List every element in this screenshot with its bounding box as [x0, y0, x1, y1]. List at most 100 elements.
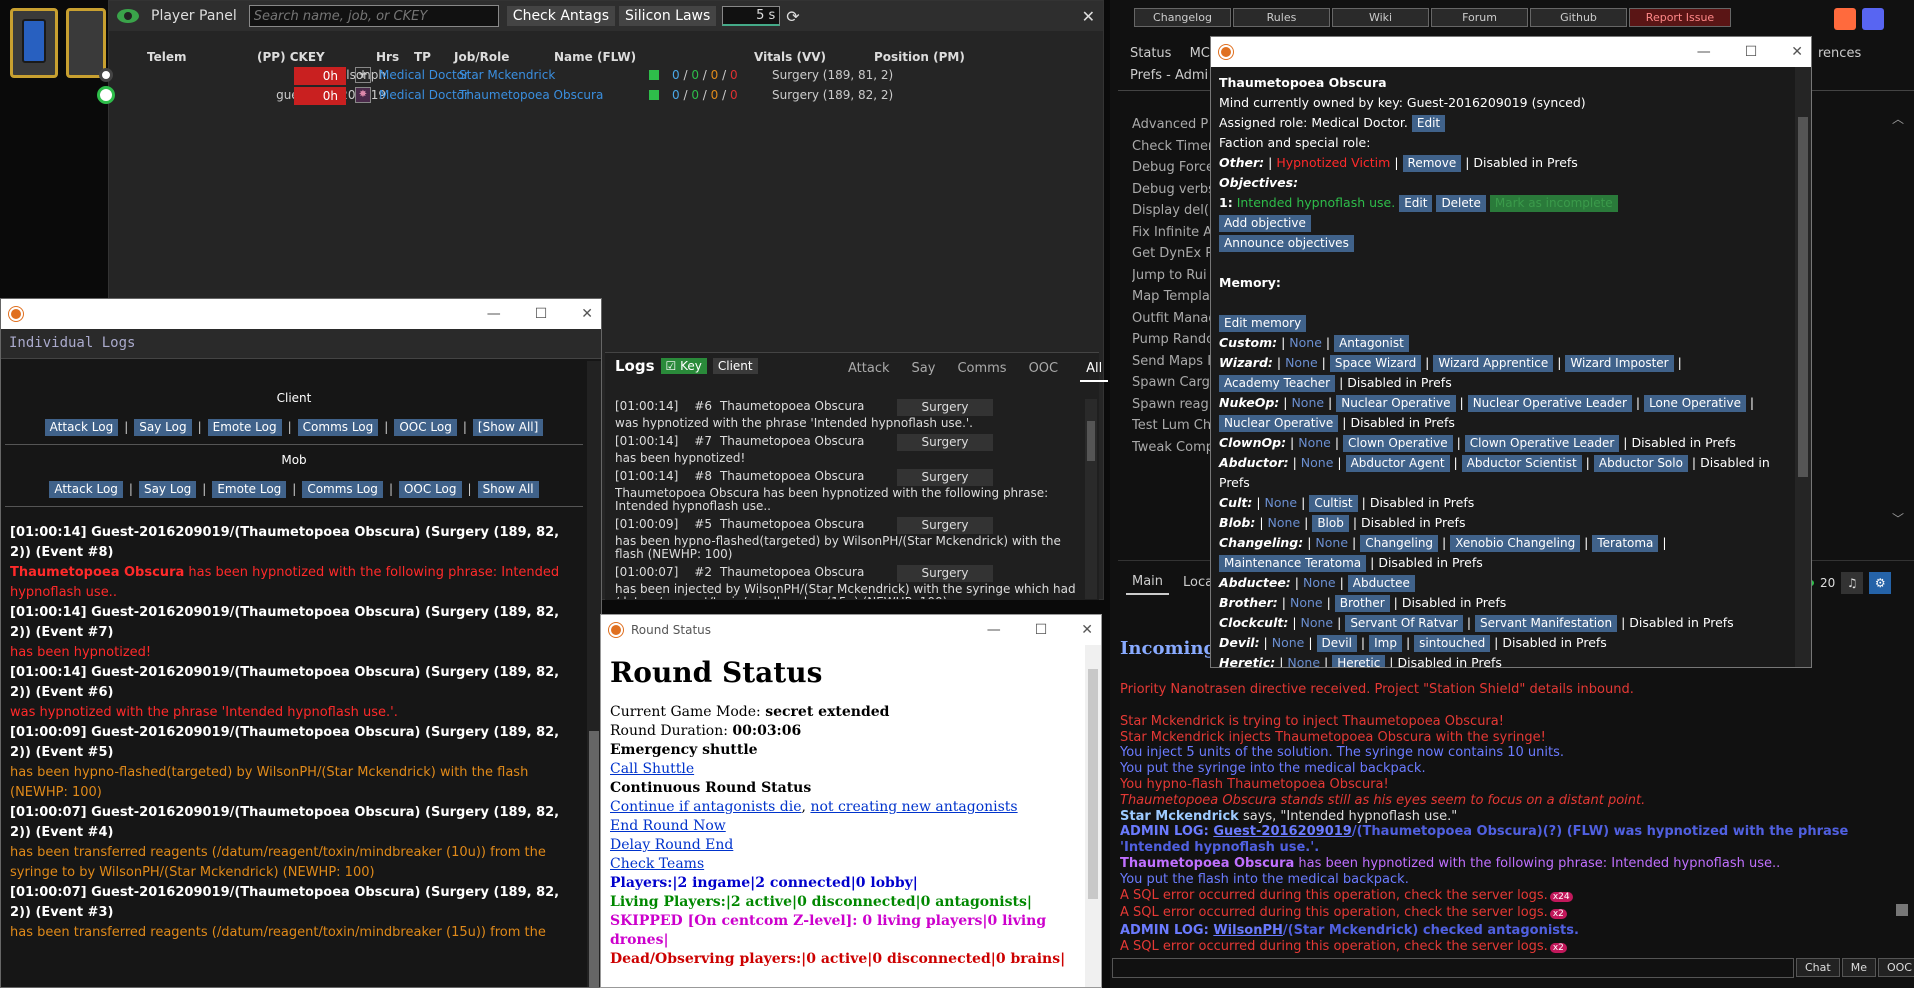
role-none[interactable]: None: [1298, 435, 1331, 450]
log-location-button[interactable]: Surgery: [897, 434, 993, 451]
log-location-button[interactable]: Surgery: [897, 399, 993, 416]
tab-comms[interactable]: Comms: [957, 361, 1006, 382]
mob-show-all-button[interactable]: Show All: [477, 481, 539, 498]
inventory-slot[interactable]: [66, 8, 106, 78]
mob-emote-log-button[interactable]: Emote Log: [212, 481, 287, 498]
music-icon[interactable]: ♫: [1841, 572, 1864, 594]
admin-verb[interactable]: Pump Rando: [1132, 329, 1212, 351]
player-vitals[interactable]: 0 / 0 / 0 / 0: [672, 88, 738, 102]
key-toggle[interactable]: ☑ Key: [660, 358, 707, 374]
announce-objectives-button[interactable]: Announce objectives: [1219, 235, 1354, 252]
mob-ooc-log-button[interactable]: OOC Log: [398, 481, 462, 498]
role-button[interactable]: Abductee: [1347, 575, 1415, 592]
player-search-input[interactable]: [248, 5, 499, 27]
role-button[interactable]: Xenobio Changeling: [1450, 535, 1581, 552]
me-mode-button[interactable]: Me: [1841, 958, 1876, 977]
top-link-wiki[interactable]: Wiki: [1332, 8, 1429, 27]
role-button[interactable]: Antagonist: [1334, 335, 1409, 352]
minimize-icon[interactable]: —: [987, 622, 1001, 638]
close-icon[interactable]: ✕: [581, 306, 593, 322]
maximize-icon[interactable]: ☐: [535, 306, 548, 322]
role-button[interactable]: Teratoma: [1592, 535, 1659, 552]
ooc-mode-button[interactable]: OOC: [1877, 958, 1914, 977]
close-icon[interactable]: ✕: [1081, 622, 1093, 638]
role-button[interactable]: Space Wizard: [1329, 355, 1422, 372]
client-toggle[interactable]: Client: [712, 358, 758, 374]
log-location-button[interactable]: Surgery: [897, 565, 993, 582]
maximize-icon[interactable]: ☐: [1035, 622, 1048, 638]
discord-icon[interactable]: [1862, 8, 1884, 30]
admin-verb[interactable]: Map Templat: [1132, 286, 1212, 308]
telem-radio-1[interactable]: [99, 68, 113, 82]
edit-memory-button[interactable]: Edit memory: [1219, 315, 1307, 332]
role-button[interactable]: Nuclear Operative Leader: [1467, 395, 1632, 412]
teleport-button[interactable]: +: [355, 67, 371, 83]
role-none[interactable]: None: [1315, 535, 1348, 550]
role-button[interactable]: Servant Manifestation: [1475, 615, 1618, 632]
client-show-all-button[interactable]: [Show All]: [472, 419, 544, 436]
delete-objective-button[interactable]: Delete: [1436, 195, 1486, 212]
remove-button[interactable]: Remove: [1402, 155, 1462, 172]
role-button[interactable]: sintouched: [1414, 635, 1491, 652]
admin-verb[interactable]: Tweak Comp: [1132, 437, 1212, 459]
role-button[interactable]: Nuclear Operative: [1336, 395, 1456, 412]
role-button[interactable]: Clown Operative Leader: [1464, 435, 1620, 452]
role-none[interactable]: None: [1289, 335, 1322, 350]
player-name[interactable]: Thaumetopoea Obscura: [459, 88, 603, 102]
minimize-icon[interactable]: —: [487, 306, 501, 322]
admin-verb[interactable]: Spawn Carg: [1132, 372, 1212, 394]
patreon-icon[interactable]: [1834, 8, 1856, 30]
player-position[interactable]: Surgery (189, 81, 2): [772, 68, 893, 82]
tab-ooc[interactable]: OOC: [1029, 361, 1059, 382]
admin-verb[interactable]: Spawn reag: [1132, 394, 1212, 416]
role-button[interactable]: Abductor Agent: [1345, 455, 1450, 472]
chat-tab-local[interactable]: Loca: [1183, 575, 1213, 590]
volume-value[interactable]: 20: [1820, 576, 1835, 590]
top-link-github[interactable]: Github: [1530, 8, 1627, 27]
admin-verb[interactable]: Outfit Manag: [1132, 308, 1212, 330]
top-link-report-issue[interactable]: Report Issue: [1629, 8, 1731, 27]
role-button[interactable]: Lone Operative: [1644, 395, 1746, 412]
log-location-button[interactable]: Surgery: [897, 517, 993, 534]
role-button[interactable]: Brother: [1334, 595, 1390, 612]
role-button[interactable]: Academy Teacher: [1219, 375, 1336, 392]
admin-verb[interactable]: Display del(: [1132, 200, 1212, 222]
tab-say[interactable]: Say: [912, 361, 936, 382]
individual-logs-scrollbar[interactable]: [587, 361, 601, 987]
stat-scrollbar-down[interactable]: ﹀: [1892, 510, 1904, 527]
role-none[interactable]: None: [1303, 575, 1336, 590]
role-button[interactable]: Heretic: [1332, 655, 1386, 667]
tab-preferences[interactable]: rences: [1818, 46, 1861, 61]
close-icon[interactable]: ✕: [1082, 7, 1095, 26]
client-say-log-button[interactable]: Say Log: [134, 419, 192, 436]
tab-mc[interactable]: MC: [1190, 46, 1210, 61]
player-job[interactable]: Medical Doctor: [379, 88, 469, 102]
log-location-button[interactable]: Surgery: [897, 469, 993, 486]
mob-say-log-button[interactable]: Say Log: [138, 481, 197, 498]
client-comms-log-button[interactable]: Comms Log: [297, 419, 379, 436]
chat-scrollbar[interactable]: [1896, 904, 1908, 916]
role-button[interactable]: Maintenance Teratoma: [1219, 555, 1367, 572]
role-button[interactable]: Devil: [1316, 635, 1357, 652]
role-none[interactable]: None: [1265, 495, 1298, 510]
admin-key-link[interactable]: Guest-2016209019: [1213, 824, 1352, 839]
role-none[interactable]: None: [1301, 455, 1334, 470]
refresh-interval-input[interactable]: 5 s: [722, 6, 781, 26]
player-vitals[interactable]: 0 / 0 / 0 / 0: [672, 68, 738, 82]
player-position[interactable]: Surgery (189, 82, 2): [772, 88, 893, 102]
admin-verb[interactable]: Test Lum Ch: [1132, 415, 1212, 437]
admin-key-link[interactable]: WilsonPH: [1213, 923, 1283, 938]
role-button[interactable]: Servant Of Ratvar: [1345, 615, 1463, 632]
minimize-icon[interactable]: —: [1697, 44, 1711, 60]
refresh-icon[interactable]: ⟳: [786, 7, 799, 26]
tab-attack[interactable]: Attack: [848, 361, 890, 382]
role-button[interactable]: Changeling: [1360, 535, 1439, 552]
client-ooc-log-button[interactable]: OOC Log: [394, 419, 457, 436]
chat-mode-button[interactable]: Chat: [1796, 958, 1840, 977]
close-icon[interactable]: ✕: [1791, 44, 1803, 60]
round-status-scrollbar[interactable]: [1085, 645, 1101, 987]
role-button[interactable]: Imp: [1369, 635, 1402, 652]
end-round-link[interactable]: End Round Now: [610, 818, 726, 834]
check-antags-button[interactable]: Check Antags: [506, 6, 616, 26]
mob-attack-log-button[interactable]: Attack Log: [49, 481, 123, 498]
